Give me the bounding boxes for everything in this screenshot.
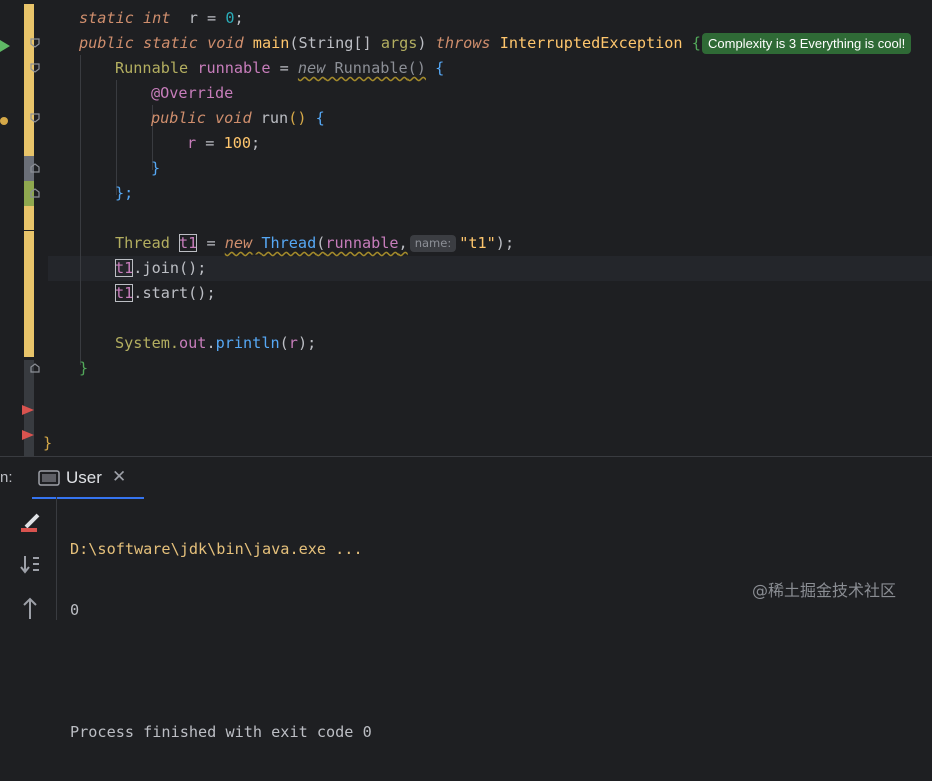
up-arrow-icon[interactable] xyxy=(18,595,42,619)
editor-gutter[interactable] xyxy=(0,0,48,456)
code-line-4[interactable]: @Override xyxy=(151,81,233,106)
code-line-5[interactable]: public void run() { xyxy=(151,106,325,131)
code-line-11[interactable]: t1.start(); xyxy=(115,281,216,306)
code-line-8[interactable]: }; xyxy=(115,181,133,206)
bookmark-flag-icon[interactable] xyxy=(22,401,34,415)
run-panel-header: n: User ✕ xyxy=(0,457,932,499)
fold-end-icon[interactable] xyxy=(30,163,40,173)
complexity-badge: Complexity is 3 Everything is cool! xyxy=(702,33,912,54)
fold-icon[interactable] xyxy=(30,113,40,123)
change-marker-modified[interactable] xyxy=(24,231,34,357)
code-line-3[interactable]: Runnable runnable = new Runnable() { xyxy=(115,56,444,81)
code-line-6[interactable]: r = 100; xyxy=(187,131,260,156)
run-side-toolbar xyxy=(0,497,57,620)
clear-icon[interactable] xyxy=(18,511,42,535)
console-output[interactable]: D:\software\jdk\bin\java.exe ... 0 Proce… xyxy=(70,501,372,781)
code-line-14[interactable]: } xyxy=(43,431,52,456)
console-line: Process finished with exit code 0 xyxy=(70,723,372,741)
run-tab-user[interactable]: User ✕ xyxy=(32,457,144,499)
code-line-9[interactable]: Thread t1 = new Thread(runnable, name: "t1… xyxy=(115,231,514,256)
fold-icon[interactable] xyxy=(30,38,40,48)
code-line-1[interactable]: static int r = 0; xyxy=(79,6,244,31)
parameter-name-hint: name: xyxy=(409,235,457,252)
implementation-gutter-icon[interactable] xyxy=(0,112,10,125)
fold-end-icon[interactable] xyxy=(30,188,40,198)
indent-guide xyxy=(80,55,81,365)
fold-icon[interactable] xyxy=(30,63,40,73)
fold-end-icon[interactable] xyxy=(30,363,40,373)
indent-guide xyxy=(116,80,117,195)
bookmark-flag-icon[interactable] xyxy=(22,426,34,440)
close-icon[interactable]: ✕ xyxy=(112,467,126,487)
code-editor[interactable]: static int r = 0; public static void mai… xyxy=(0,0,932,456)
run-gutter-icon[interactable] xyxy=(0,37,10,52)
code-line-12[interactable]: System.out.println(r); xyxy=(115,331,316,356)
run-panel-label: n: xyxy=(0,469,13,486)
console-line: D:\software\jdk\bin\java.exe ... xyxy=(70,540,363,558)
console-line: 0 xyxy=(70,601,80,619)
code-line-13[interactable]: } xyxy=(79,356,88,381)
run-tool-window: n: User ✕ D:\software\jdk\bin\java.exe .… xyxy=(0,456,932,741)
code-line-7[interactable]: } xyxy=(151,156,160,181)
code-line-10[interactable]: t1.join(); xyxy=(115,256,206,281)
scroll-to-end-icon[interactable] xyxy=(18,553,42,577)
watermark: @稀土掘金技术社区 xyxy=(752,581,897,600)
code-line-2[interactable]: public static void main(String[] args) t… xyxy=(79,31,701,56)
run-tab-label: User xyxy=(66,468,102,487)
terminal-icon xyxy=(38,470,60,490)
